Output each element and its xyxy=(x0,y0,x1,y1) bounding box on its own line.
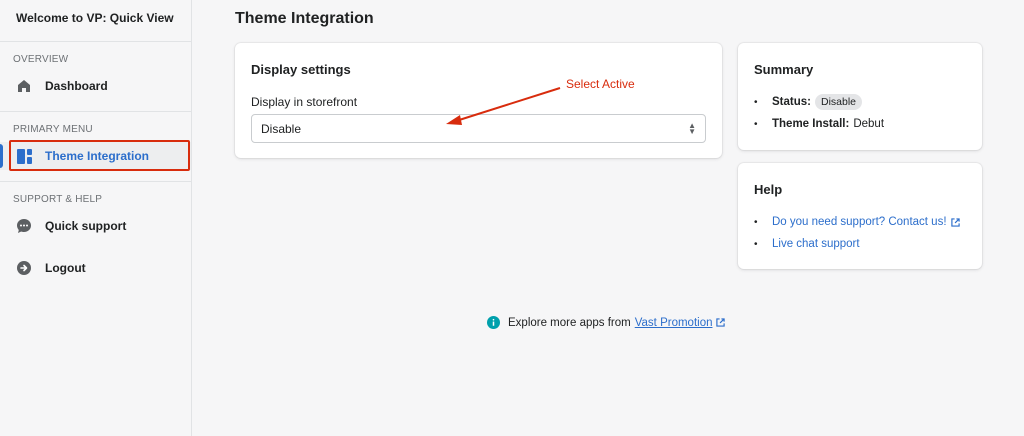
select-value: Disable xyxy=(261,121,302,136)
theme-install-label: Theme Install: xyxy=(772,118,850,130)
vast-promotion-link[interactable]: Vast Promotion xyxy=(635,317,713,329)
sidebar-item-theme-integration[interactable]: Theme Integration xyxy=(0,142,191,170)
bullet: • xyxy=(754,118,758,130)
select-arrows-icon: ▲ ▼ xyxy=(688,120,696,136)
sidebar-item-quick-support[interactable]: Quick support xyxy=(0,212,191,240)
summary-title: Summary xyxy=(754,62,814,77)
layout-icon xyxy=(16,148,32,164)
bullet: • xyxy=(754,238,758,250)
annotation-label: Select Active xyxy=(566,77,635,91)
divider xyxy=(0,111,191,112)
page-title: Theme Integration xyxy=(235,10,374,27)
bullet: • xyxy=(754,96,758,108)
footer-text: Explore more apps from xyxy=(508,316,631,329)
help-card: Help • Do you need support? Contact us! … xyxy=(738,163,982,269)
summary-theme-row: • Theme Install: Debut xyxy=(754,113,966,135)
summary-status-row: • Status: Disable xyxy=(754,91,966,113)
sidebar-item-label: Dashboard xyxy=(45,79,108,93)
info-icon xyxy=(487,316,500,329)
sidebar-item-logout[interactable]: Logout xyxy=(0,254,191,282)
footer: Explore more apps from Vast Promotion xyxy=(487,316,726,329)
sidebar: Welcome to VP: Quick View OVERVIEW Dashb… xyxy=(0,0,192,436)
external-link-icon xyxy=(950,217,960,227)
display-settings-title: Display settings xyxy=(251,62,351,77)
section-title-overview: OVERVIEW xyxy=(13,54,69,65)
section-title-support: SUPPORT & HELP xyxy=(13,194,103,205)
sidebar-item-dashboard[interactable]: Dashboard xyxy=(0,72,191,100)
help-row-chat: • Live chat support xyxy=(754,233,966,255)
live-chat-link[interactable]: Live chat support xyxy=(772,238,860,250)
app-title: Welcome to VP: Quick View xyxy=(0,0,191,42)
chat-icon xyxy=(16,218,32,234)
sidebar-item-label: Theme Integration xyxy=(45,149,150,163)
contact-support-link[interactable]: Do you need support? Contact us! xyxy=(772,216,947,228)
logout-icon xyxy=(16,260,32,276)
summary-card: Summary • Status: Disable • Theme Instal… xyxy=(738,43,982,150)
status-label: Status: xyxy=(772,96,811,108)
home-icon xyxy=(16,78,32,94)
help-title: Help xyxy=(754,182,783,197)
annotation-arrow xyxy=(446,87,561,125)
theme-install-value: Debut xyxy=(853,118,885,130)
sidebar-item-label: Logout xyxy=(45,261,86,275)
bullet: • xyxy=(754,216,758,228)
divider xyxy=(0,181,191,182)
external-link-icon xyxy=(716,318,726,327)
sidebar-item-label: Quick support xyxy=(45,219,127,233)
help-row-contact: • Do you need support? Contact us! xyxy=(754,211,966,233)
status-badge: Disable xyxy=(814,94,863,110)
section-title-primary: PRIMARY MENU xyxy=(13,124,93,135)
